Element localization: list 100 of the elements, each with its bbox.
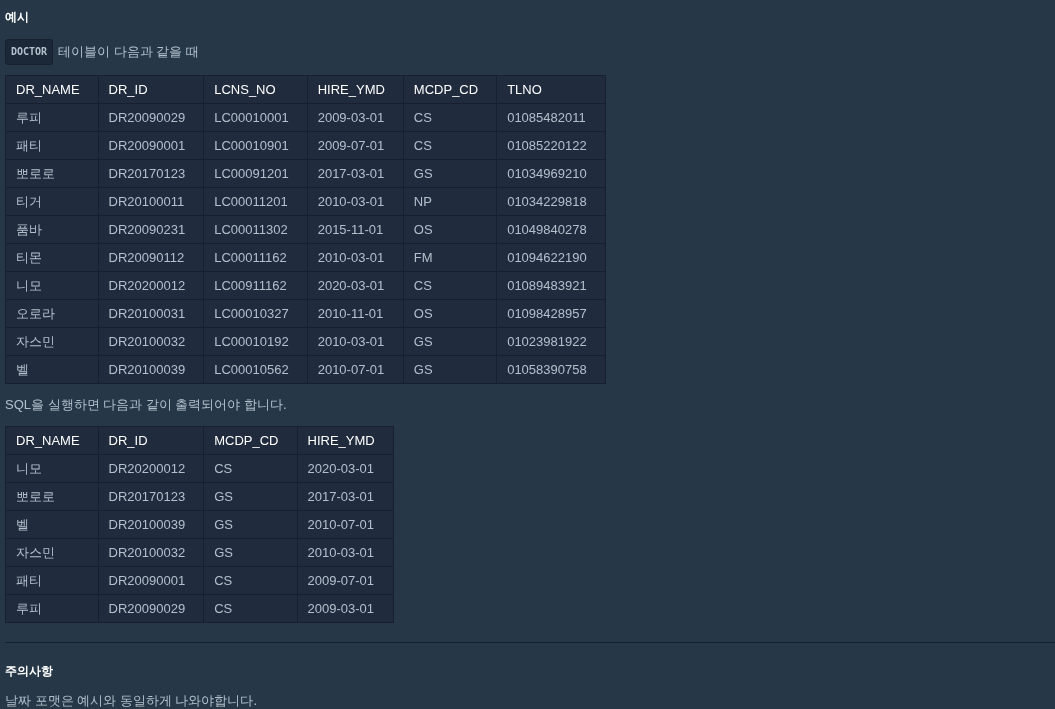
table-cell: DR20100032 <box>98 327 204 356</box>
column-header: DR_ID <box>98 75 204 104</box>
table-cell: 2010-11-01 <box>307 299 404 328</box>
table-cell: 2017-03-01 <box>307 159 404 188</box>
table-cell: LC00091201 <box>203 159 308 188</box>
table-cell: 01034969210 <box>496 159 606 188</box>
table-cell: 2020-03-01 <box>297 454 394 483</box>
paragraph: 날짜 포맷은 예시와 동일하게 나와야합니다. <box>5 692 259 709</box>
table-cell: 2009-07-01 <box>307 131 404 160</box>
table-cell: LC00010192 <box>203 327 308 356</box>
table-cell: LC00010901 <box>203 131 308 160</box>
table-cell: 오로라 <box>5 299 99 328</box>
table-cell: 패티 <box>5 566 99 595</box>
table-cell: GS <box>203 482 297 511</box>
table-cell: LC00010001 <box>203 103 308 132</box>
table-cell: 2010-03-01 <box>307 187 404 216</box>
table-cell: OS <box>403 299 497 328</box>
table-cell: 벨 <box>5 510 99 539</box>
paragraph: 테이블이 다음과 같을 때 <box>58 43 199 61</box>
table-cell: 01098428957 <box>496 299 606 328</box>
table-cell: 루피 <box>5 103 99 132</box>
table-cell: DR20200012 <box>98 271 204 300</box>
table-cell: 니모 <box>5 454 99 483</box>
table-cell: 자스민 <box>5 538 99 567</box>
table-cell: DR20100039 <box>98 510 204 539</box>
table-cell: DR20100031 <box>98 299 204 328</box>
table-cell: 01085220122 <box>496 131 606 160</box>
table-cell: GS <box>403 355 497 384</box>
table-cell: 01089483921 <box>496 271 606 300</box>
table-cell: 01034229818 <box>496 187 606 216</box>
table-cell: DR20170123 <box>98 159 204 188</box>
table-cell: CS <box>403 271 497 300</box>
table-cell: 2015-11-01 <box>307 215 404 244</box>
table-cell: 2010-07-01 <box>307 355 404 384</box>
table-cell: OS <box>403 215 497 244</box>
section-heading: 주의사항 <box>5 663 54 679</box>
column-header: DR_ID <box>98 426 204 455</box>
column-header: HIRE_YMD <box>307 75 404 104</box>
table-cell: 벨 <box>5 355 99 384</box>
column-header: HIRE_YMD <box>297 426 394 455</box>
table-cell: GS <box>203 510 297 539</box>
table-cell: 2017-03-01 <box>297 482 394 511</box>
table-cell: 01058390758 <box>496 355 606 384</box>
column-header: MCDP_CD <box>203 426 297 455</box>
table-cell: 01094622190 <box>496 243 606 272</box>
table-cell: 01085482011 <box>496 103 606 132</box>
table-cell: LC00011302 <box>203 215 308 244</box>
table-cell: DR20090029 <box>98 594 204 623</box>
table-cell: 니모 <box>5 271 99 300</box>
table-cell: 2020-03-01 <box>307 271 404 300</box>
table-cell: LC00010327 <box>203 299 308 328</box>
table-cell: 자스민 <box>5 327 99 356</box>
table-cell: DR20090029 <box>98 103 204 132</box>
table-cell: 2009-03-01 <box>307 103 404 132</box>
table-cell: 01023981922 <box>496 327 606 356</box>
table-cell: DR20090231 <box>98 215 204 244</box>
table-cell: 티몬 <box>5 243 99 272</box>
table-cell: 2010-03-01 <box>307 327 404 356</box>
table-cell: GS <box>203 538 297 567</box>
table-cell: 2010-03-01 <box>297 538 394 567</box>
table-cell: 2009-07-01 <box>297 566 394 595</box>
inline-code: DOCTOR <box>5 39 54 65</box>
paragraph: SQL을 실행하면 다음과 같이 출력되어야 합니다. <box>5 396 288 414</box>
table-cell: CS <box>203 594 297 623</box>
table-cell: CS <box>203 454 297 483</box>
column-header: LCNS_NO <box>203 75 308 104</box>
column-header: DR_NAME <box>5 75 99 104</box>
table-cell: DR20090112 <box>98 243 204 272</box>
table-cell: 2010-03-01 <box>307 243 404 272</box>
table-cell: LC00011201 <box>203 187 308 216</box>
column-header: MCDP_CD <box>403 75 497 104</box>
table-cell: DR20100039 <box>98 355 204 384</box>
column-header: DR_NAME <box>5 426 99 455</box>
table-cell: 뽀로로 <box>5 159 99 188</box>
section-heading: 예시 <box>5 9 30 25</box>
table-cell: DR20170123 <box>98 482 204 511</box>
table-cell: CS <box>403 103 497 132</box>
table-cell: DR20090001 <box>98 566 204 595</box>
table-cell: LC00011162 <box>203 243 308 272</box>
table-cell: 루피 <box>5 594 99 623</box>
table-cell: DR20100032 <box>98 538 204 567</box>
table-cell: CS <box>403 131 497 160</box>
table-cell: 패티 <box>5 131 99 160</box>
table-cell: GS <box>403 327 497 356</box>
table-cell: DR20100011 <box>98 187 204 216</box>
table-cell: 2009-03-01 <box>297 594 394 623</box>
table-cell: 품바 <box>5 215 99 244</box>
table-cell: CS <box>203 566 297 595</box>
table-cell: 티거 <box>5 187 99 216</box>
table-cell: LC00911162 <box>203 271 308 300</box>
table-cell: 2010-07-01 <box>297 510 394 539</box>
table-cell: 01049840278 <box>496 215 606 244</box>
table-cell: NP <box>403 187 497 216</box>
column-header: TLNO <box>496 75 606 104</box>
table-cell: LC00010562 <box>203 355 308 384</box>
table-cell: DR20090001 <box>98 131 204 160</box>
table-cell: GS <box>403 159 497 188</box>
table-cell: 뽀로로 <box>5 482 99 511</box>
table-cell: DR20200012 <box>98 454 204 483</box>
table-cell: FM <box>403 243 497 272</box>
